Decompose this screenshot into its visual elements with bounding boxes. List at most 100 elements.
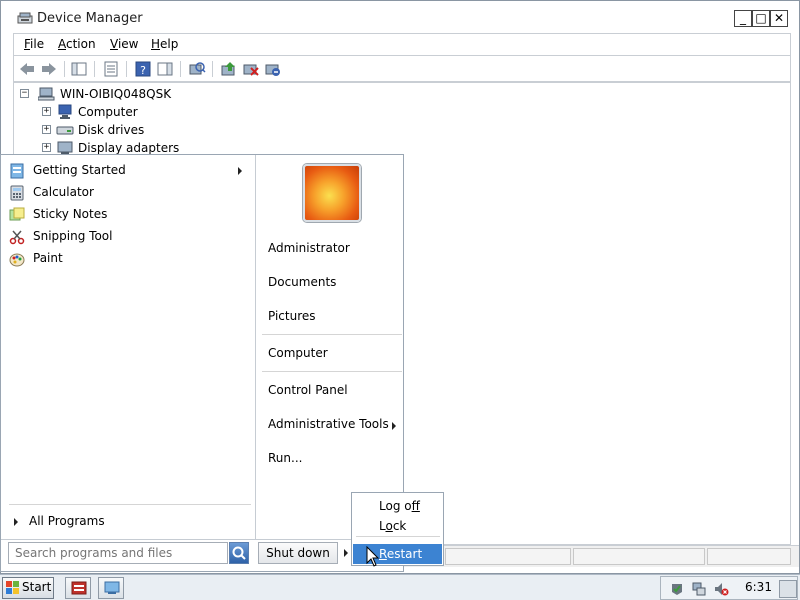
computer-network-icon: [37, 86, 55, 102]
program-paint[interactable]: Paint: [9, 249, 249, 269]
expand-icon[interactable]: +: [42, 107, 51, 116]
program-label: Getting Started: [33, 163, 126, 177]
submenu-arrow-icon: [392, 422, 396, 430]
status-cell: [445, 548, 571, 565]
tree-node-disk-drives[interactable]: + Disk drives: [40, 121, 240, 139]
program-calculator[interactable]: Calculator: [9, 183, 249, 203]
taskbar-button-server-manager[interactable]: [65, 577, 91, 599]
all-programs-button[interactable]: All Programs: [9, 512, 249, 532]
tree-root[interactable]: − WIN-OIBIQ048QSK: [20, 85, 220, 103]
title-bar[interactable]: Device Manager _ □ ✕: [1, 1, 799, 33]
menu-item-log-off[interactable]: Log off: [353, 496, 442, 516]
link-administrative-tools[interactable]: Administrative Tools: [268, 417, 400, 437]
window-title: Device Manager: [37, 11, 143, 26]
device-manager-icon: [17, 11, 33, 25]
start-menu-programs-pane: Getting Started Calculator Sticky Notes …: [1, 155, 255, 539]
menu-bar: File Action View Help: [13, 33, 791, 55]
paint-icon: [9, 251, 25, 267]
separator: [9, 504, 251, 505]
start-menu: Getting Started Calculator Sticky Notes …: [0, 154, 404, 572]
close-button[interactable]: ✕: [770, 10, 788, 27]
forward-icon[interactable]: [40, 60, 58, 78]
calculator-icon: [9, 185, 25, 201]
toolbar-separator: [94, 61, 95, 77]
start-button[interactable]: Start: [2, 577, 54, 599]
volume-muted-icon[interactable]: [713, 581, 729, 597]
minimize-icon: _: [740, 11, 746, 25]
tree-node-label: Computer: [78, 105, 138, 119]
back-icon[interactable]: [18, 60, 36, 78]
link-run[interactable]: Run...: [268, 451, 400, 471]
link-label: Administrative Tools: [268, 417, 389, 431]
toolbar: ?: [13, 55, 791, 82]
tree-node-label: Disk drives: [78, 123, 145, 137]
expand-icon[interactable]: +: [42, 143, 51, 152]
start-label: Start: [22, 580, 52, 594]
help-icon[interactable]: ?: [134, 60, 152, 78]
update-driver-icon[interactable]: [220, 60, 238, 78]
menu-item-lock[interactable]: Lock: [353, 516, 442, 536]
user-avatar[interactable]: [303, 164, 361, 222]
program-snipping-tool[interactable]: Snipping Tool: [9, 227, 249, 247]
tree-node-computer[interactable]: + Computer: [40, 103, 240, 121]
link-computer[interactable]: Computer: [268, 346, 400, 366]
getting-started-icon: [9, 163, 25, 179]
program-label: Snipping Tool: [33, 229, 113, 243]
maximize-icon: □: [755, 11, 767, 25]
shut-down-button[interactable]: Shut down: [258, 542, 338, 564]
menu-file[interactable]: File: [24, 37, 44, 51]
expand-icon[interactable]: +: [42, 125, 51, 134]
uninstall-device-icon[interactable]: [264, 60, 282, 78]
start-menu-bottom-bar: Shut down: [1, 539, 403, 571]
toolbar-separator: [212, 61, 213, 77]
properties-icon[interactable]: [102, 60, 120, 78]
mouse-cursor-icon: [366, 545, 380, 568]
close-icon: ✕: [773, 11, 785, 25]
separator: [356, 536, 440, 537]
snipping-tool-icon: [9, 229, 25, 245]
show-desktop-button[interactable]: [779, 580, 797, 598]
disable-device-icon[interactable]: [242, 60, 260, 78]
toolbar-separator: [180, 61, 181, 77]
scan-hardware-icon[interactable]: [188, 60, 206, 78]
server-manager-icon: [70, 580, 88, 599]
system-tray: 6:31: [660, 576, 798, 600]
collapse-icon[interactable]: −: [20, 89, 29, 98]
toolbar-separator: [126, 61, 127, 77]
taskbar: Start 6:31: [0, 574, 800, 600]
start-menu-links-pane: Administrator Documents Pictures Compute…: [255, 155, 403, 539]
all-programs-label: All Programs: [29, 514, 105, 528]
action-center-icon[interactable]: [669, 581, 685, 597]
link-administrator[interactable]: Administrator: [268, 241, 400, 261]
expand-arrow-icon: [14, 518, 18, 526]
link-documents[interactable]: Documents: [268, 275, 400, 295]
search-button[interactable]: [229, 542, 249, 564]
chevron-right-icon: [344, 549, 348, 557]
minimize-button[interactable]: _: [734, 10, 752, 27]
link-control-panel[interactable]: Control Panel: [268, 383, 400, 403]
windows-logo-icon: [6, 581, 20, 595]
program-label: Calculator: [33, 185, 94, 199]
network-icon[interactable]: [691, 581, 707, 597]
program-label: Paint: [33, 251, 63, 265]
program-sticky-notes[interactable]: Sticky Notes: [9, 205, 249, 225]
search-icon: [230, 546, 248, 566]
search-box[interactable]: [8, 542, 228, 564]
toolbar-separator: [64, 61, 65, 77]
menu-help[interactable]: Help: [151, 37, 178, 51]
search-input[interactable]: [9, 543, 227, 563]
link-pictures[interactable]: Pictures: [268, 309, 400, 329]
shut-down-submenu: Log off Lock Restart: [351, 492, 444, 566]
action-pane-icon[interactable]: [156, 60, 174, 78]
show-hide-console-tree-icon[interactable]: [70, 60, 88, 78]
maximize-button[interactable]: □: [752, 10, 770, 27]
status-cell: [707, 548, 791, 565]
menu-action[interactable]: Action: [58, 37, 96, 51]
clock[interactable]: 6:31: [745, 580, 772, 594]
computer-icon: [56, 104, 72, 120]
menu-view[interactable]: View: [110, 37, 138, 51]
program-getting-started[interactable]: Getting Started: [9, 161, 249, 181]
tree-root-label: WIN-OIBIQ048QSK: [60, 87, 172, 101]
taskbar-button-device-manager[interactable]: [98, 577, 124, 599]
device-manager-icon: [103, 580, 121, 599]
